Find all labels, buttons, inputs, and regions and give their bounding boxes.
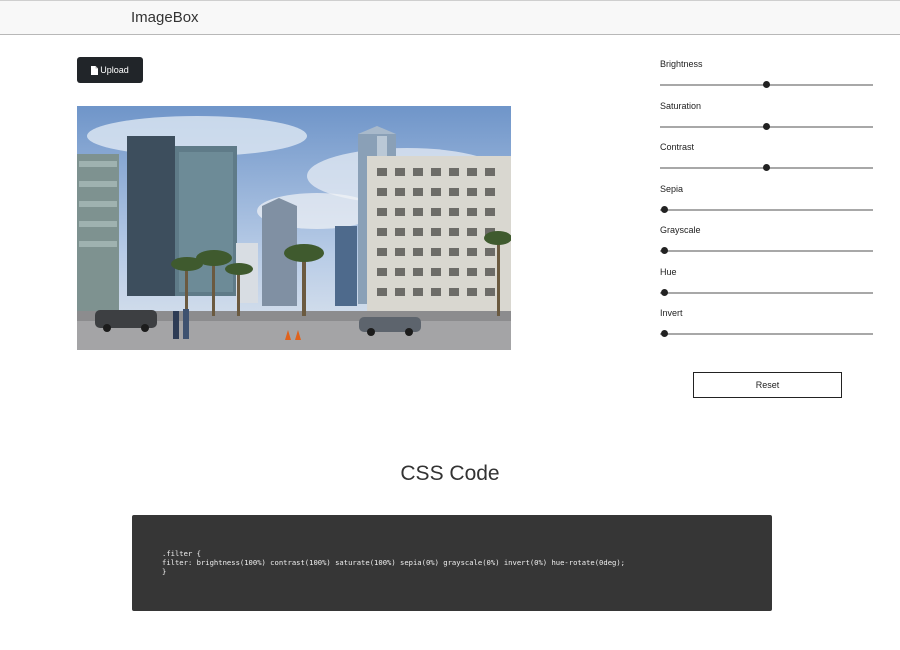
code-line: filter: brightness(100%) contrast(100%) …: [162, 558, 626, 567]
upload-label: Upload: [100, 65, 129, 75]
slider-hue[interactable]: [660, 288, 873, 296]
slider-contrast[interactable]: [660, 164, 873, 171]
slider-label-hue: Hue: [660, 266, 677, 277]
brand-title[interactable]: ImageBox: [131, 9, 199, 26]
image-preview: [77, 106, 511, 350]
slider-brightness[interactable]: [660, 81, 873, 88]
code-line: .filter {: [162, 549, 201, 558]
slider-label-brightness: Brightness: [660, 59, 703, 69]
slider-label-sepia: Sepia: [660, 183, 684, 194]
slider-thumb[interactable]: [660, 247, 668, 254]
slider-label-saturation: Saturation: [660, 100, 702, 111]
css-code-block: .filter { filter: brightness(100%) contr…: [132, 515, 772, 611]
slider-label-grayscale: Grayscale: [660, 225, 701, 235]
slider-thumb[interactable]: [763, 164, 770, 171]
file-icon: [91, 65, 99, 75]
code-line: }: [162, 567, 167, 576]
slider-thumb[interactable]: [660, 205, 668, 213]
slider-label-contrast: Contrast: [660, 142, 695, 152]
slider-thumb[interactable]: [660, 288, 668, 296]
css-code-title: CSS Code: [400, 462, 500, 485]
navbar: ImageBox: [0, 0, 900, 35]
upload-button[interactable]: Upload: [77, 57, 143, 83]
slider-saturation[interactable]: [660, 122, 873, 130]
slider-thumb[interactable]: [763, 81, 770, 88]
slider-thumb[interactable]: [763, 122, 770, 130]
slider-invert[interactable]: [660, 330, 873, 337]
slider-thumb[interactable]: [660, 330, 668, 337]
slider-label-invert: Invert: [660, 308, 683, 318]
reset-button[interactable]: Reset: [693, 372, 842, 398]
slider-grayscale[interactable]: [660, 247, 873, 254]
slider-sepia[interactable]: [660, 205, 873, 213]
